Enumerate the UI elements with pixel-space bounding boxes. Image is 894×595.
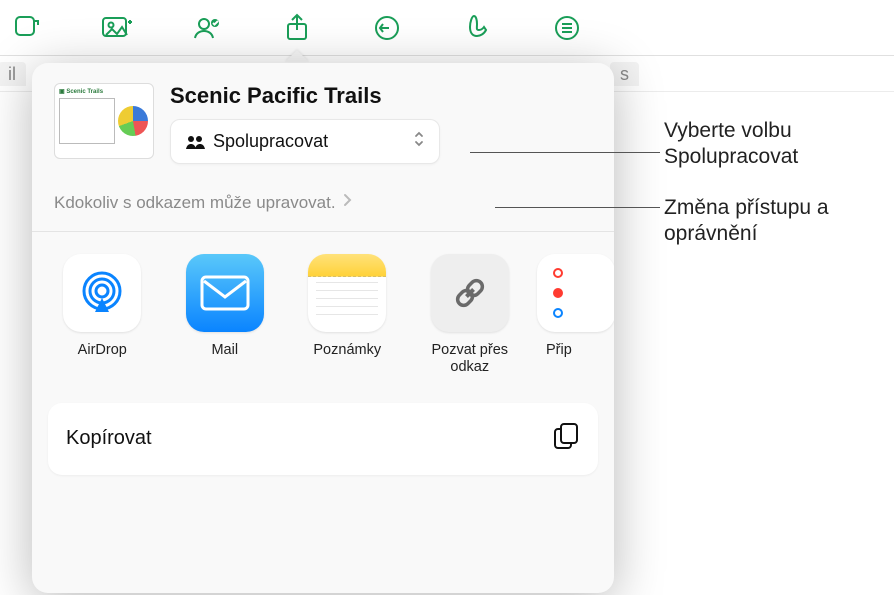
airdrop-icon xyxy=(63,254,141,332)
share-app-mail[interactable]: Mail xyxy=(179,254,272,377)
share-app-more[interactable]: Přip xyxy=(546,254,606,377)
callout-2: Změna přístupu a oprávnění xyxy=(664,195,894,248)
shape-icon[interactable] xyxy=(6,7,48,49)
tab-partial-right[interactable]: s xyxy=(610,62,639,86)
link-icon xyxy=(431,254,509,332)
brush-icon[interactable] xyxy=(456,7,498,49)
mail-icon xyxy=(186,254,264,332)
menu-icon[interactable] xyxy=(546,7,588,49)
chevron-right-icon xyxy=(342,192,352,213)
share-app-label: Mail xyxy=(211,342,238,359)
tab-partial-left[interactable]: il xyxy=(0,62,26,86)
permissions-row[interactable]: Kdokoliv s odkazem může upravovat. xyxy=(32,174,614,231)
share-icon[interactable] xyxy=(276,7,318,49)
permissions-text: Kdokoliv s odkazem může upravovat. xyxy=(54,193,336,213)
document-thumbnail: ▣ Scenic Trails xyxy=(54,83,154,159)
copy-row[interactable]: Kopírovat xyxy=(48,403,598,475)
mode-select-label: Spolupracovat xyxy=(213,131,328,152)
undo-icon[interactable] xyxy=(366,7,408,49)
share-app-airdrop[interactable]: AirDrop xyxy=(56,254,149,377)
collaborate-mode-select[interactable]: Spolupracovat xyxy=(170,119,440,164)
copy-label: Kopírovat xyxy=(66,427,152,450)
people-small-icon xyxy=(185,134,205,150)
divider xyxy=(32,231,614,232)
top-toolbar xyxy=(0,0,894,56)
chevron-updown-icon xyxy=(413,130,425,153)
notes-icon xyxy=(308,254,386,332)
more-icon xyxy=(537,254,614,332)
share-app-label: Poznámky xyxy=(313,342,381,359)
share-app-label: Přip xyxy=(546,342,606,359)
share-apps-row: AirDrop Mail Poznámky Pozvat přes odkaz xyxy=(32,236,614,383)
share-sheet: ▣ Scenic Trails Scenic Pacific Trails Sp… xyxy=(32,63,614,593)
share-app-label: Pozvat přes odkaz xyxy=(424,342,517,377)
callout-1: Vyberte volbu Spolupracovat xyxy=(664,118,894,171)
image-icon[interactable] xyxy=(96,7,138,49)
copy-icon xyxy=(552,421,580,457)
share-app-invite-link[interactable]: Pozvat přes odkaz xyxy=(424,254,517,377)
sheet-title: Scenic Pacific Trails xyxy=(170,83,594,109)
share-app-notes[interactable]: Poznámky xyxy=(301,254,394,377)
people-icon[interactable] xyxy=(186,7,228,49)
share-app-label: AirDrop xyxy=(78,342,127,359)
